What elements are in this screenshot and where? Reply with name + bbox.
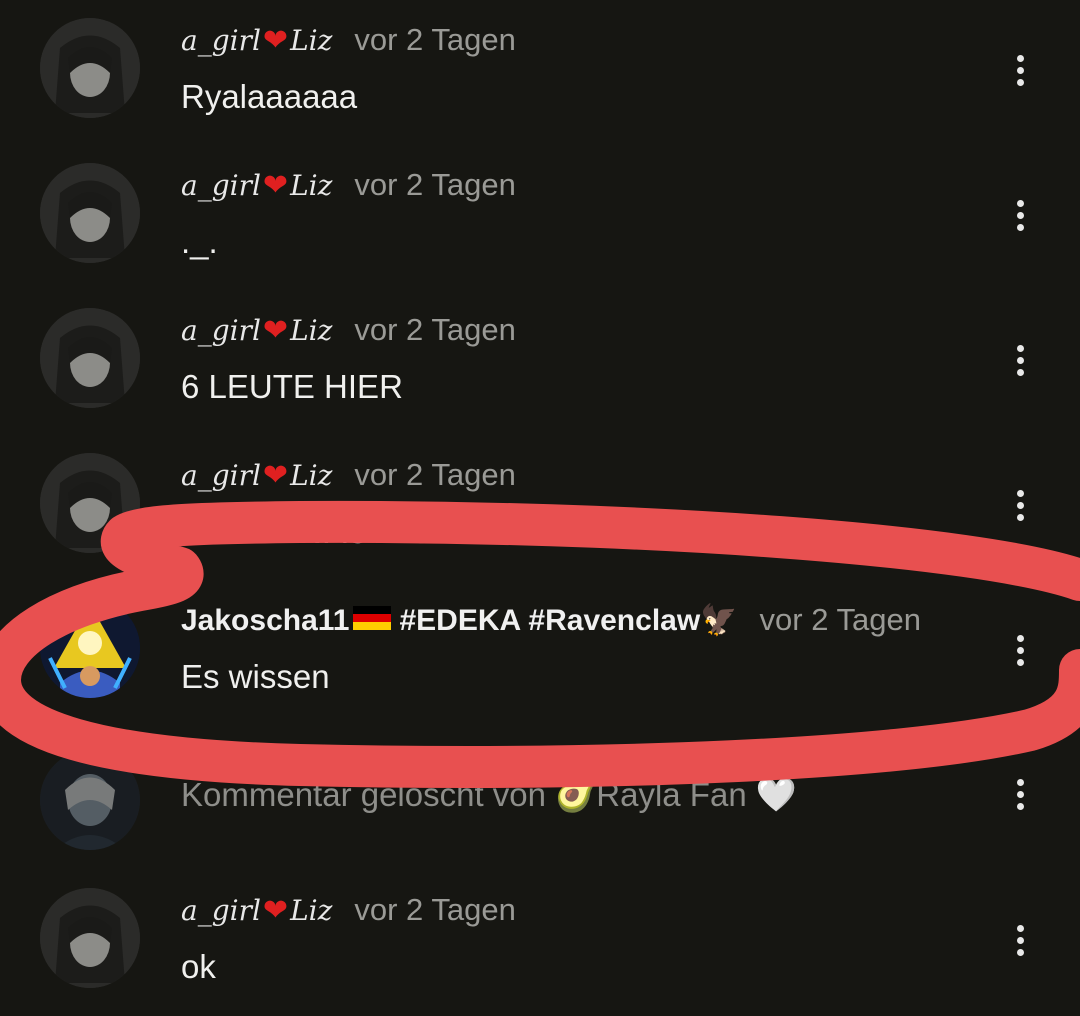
comment-text: DIGGA WAS WOLLT IHR ALLE VON MIR (181, 513, 793, 550)
comment-item[interactable]: a_girl ❤ Liz vor 2 Tagen 6 LEUTE HIER (0, 290, 1080, 430)
more-vertical-icon[interactable] (1013, 779, 1027, 813)
comment-text: ._. (181, 223, 218, 260)
timestamp: vor 2 Tagen (354, 167, 516, 202)
comment-text: ok (181, 948, 216, 985)
timestamp: vor 2 Tagen (354, 312, 516, 347)
username-suffix[interactable]: Liz (290, 314, 332, 347)
avatar[interactable] (40, 308, 140, 408)
avatar[interactable] (40, 598, 140, 698)
username[interactable]: a_girl (181, 894, 261, 927)
timestamp: vor 2 Tagen (354, 457, 516, 492)
heart-icon: ❤ (262, 313, 289, 348)
more-vertical-icon[interactable] (1013, 490, 1027, 524)
german-flag-icon (353, 606, 392, 630)
comment-text: 6 LEUTE HIER (181, 368, 403, 405)
heart-icon: ❤ (262, 893, 289, 928)
eagle-icon: 🦅 (700, 603, 738, 638)
username-suffix[interactable]: Liz (290, 459, 332, 492)
avatar[interactable] (40, 18, 140, 118)
avatar[interactable] (40, 453, 140, 553)
avatar[interactable] (40, 888, 140, 988)
heart-icon: ❤ (262, 23, 289, 58)
comment-item[interactable]: a_girl ❤ Liz vor 2 Tagen DIGGA WAS WOLLT… (0, 435, 1080, 575)
comment-item-deleted[interactable]: Kommentar gelöscht von 🥑Rayla Fan 🤍 (0, 740, 1080, 850)
avatar[interactable] (40, 163, 140, 263)
more-vertical-icon[interactable] (1013, 55, 1027, 89)
username-suffix[interactable]: Liz (290, 24, 332, 57)
timestamp: vor 2 Tagen (354, 892, 516, 927)
username-suffix[interactable]: Liz (290, 169, 332, 202)
more-vertical-icon[interactable] (1013, 925, 1027, 959)
heart-icon: ❤ (262, 458, 289, 493)
comment-text: Ryalaaaaaa (181, 78, 358, 115)
timestamp: vor 2 Tagen (759, 602, 921, 637)
more-vertical-icon[interactable] (1013, 635, 1027, 669)
comment-item-highlighted[interactable]: Jakoscha11 #EDEKA #Ravenclaw 🦅 vor 2 Tag… (0, 580, 1080, 720)
comment-item[interactable]: a_girl ❤ Liz vor 2 Tagen ._. (0, 145, 1080, 285)
username[interactable]: a_girl (181, 24, 261, 57)
username[interactable]: a_girl (181, 169, 261, 202)
comment-item[interactable]: a_girl ❤ Liz vor 2 Tagen ok (0, 870, 1080, 1010)
more-vertical-icon[interactable] (1013, 345, 1027, 379)
avatar[interactable] (40, 750, 140, 850)
username-tags[interactable]: #EDEKA #Ravenclaw (399, 604, 700, 638)
username[interactable]: a_girl (181, 314, 261, 347)
timestamp: vor 2 Tagen (354, 22, 516, 57)
username[interactable]: Jakoscha11 (181, 604, 349, 638)
comment-item[interactable]: a_girl ❤ Liz vor 2 Tagen Ryalaaaaaa (0, 0, 1080, 140)
deleted-comment-text: Kommentar gelöscht von 🥑Rayla Fan 🤍 (181, 776, 797, 813)
username-suffix[interactable]: Liz (290, 894, 332, 927)
username[interactable]: a_girl (181, 459, 261, 492)
heart-icon: ❤ (262, 168, 289, 203)
comment-text: Es wissen (181, 658, 330, 695)
more-vertical-icon[interactable] (1013, 200, 1027, 234)
